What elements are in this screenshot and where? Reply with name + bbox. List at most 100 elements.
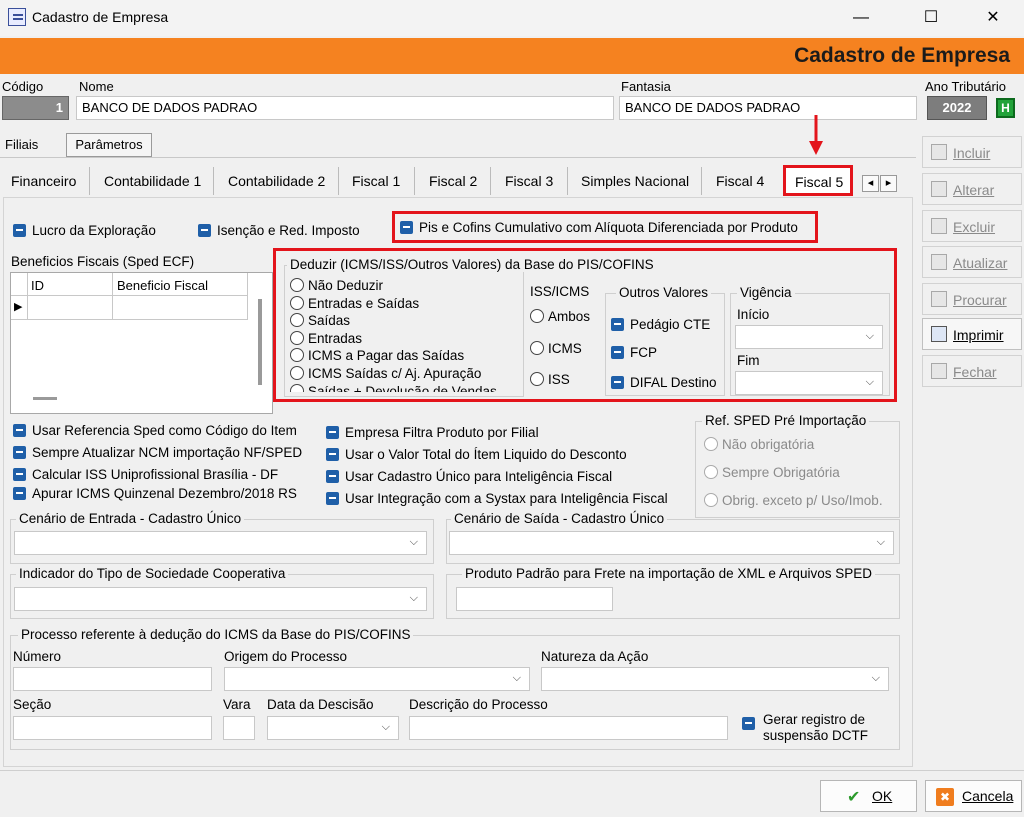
check-pedagio[interactable]: Pedágio CTE [611, 317, 710, 332]
numero-input[interactable] [13, 667, 212, 691]
tab-simples-nacional[interactable]: Simples Nacional [581, 171, 689, 193]
tab-contabilidade-2[interactable]: Contabilidade 2 [228, 171, 325, 193]
imprimir-button[interactable]: Imprimir [922, 318, 1022, 350]
option-label: Empresa Filtra Produto por Filial [345, 425, 539, 440]
check-lucro[interactable]: Lucro da Exploração [13, 223, 156, 238]
cenario-entrada-title: Cenário de Entrada - Cadastro Único [16, 511, 245, 526]
alterar-button[interactable]: Alterar [922, 173, 1022, 205]
beneficios-grid[interactable]: ID Beneficio Fiscal ▶ [10, 272, 273, 414]
ano-field[interactable]: 2022 [927, 96, 987, 120]
edit-icon [931, 181, 947, 197]
tab-prev-button[interactable]: ◂ [862, 175, 879, 192]
grid-scrollbar[interactable] [258, 299, 262, 385]
option-label: Sempre Atualizar NCM importação NF/SPED [32, 445, 303, 460]
check-atualizar-ncm[interactable]: Sempre Atualizar NCM importação NF/SPED [13, 442, 302, 464]
tab-filiais[interactable]: Filiais [5, 137, 38, 152]
chevron-down-icon: ⌵ [512, 672, 521, 684]
chevron-down-icon: ⌵ [871, 672, 880, 684]
radio-saidas[interactable]: Saídas [290, 312, 497, 330]
check-apurar-icms[interactable]: Apurar ICMS Quinzenal Dezembro/2018 RS [13, 483, 302, 505]
option-label: Pedágio CTE [630, 317, 711, 332]
procurar-button[interactable]: Procurar [922, 283, 1022, 315]
cenario-entrada-select[interactable]: ⌵ [14, 531, 427, 555]
option-label: ISS [548, 372, 570, 387]
radio-icms-pagar[interactable]: ICMS a Pagar das Saídas [290, 347, 497, 365]
chevron-down-icon: ⌵ [865, 330, 874, 342]
check-empresa-filtra[interactable]: Empresa Filtra Produto por Filial [326, 422, 668, 444]
cooperativa-select[interactable]: ⌵ [14, 587, 427, 611]
radio-nao-deduzir[interactable]: Não Deduzir [290, 277, 497, 295]
inicio-select[interactable]: ⌵ [735, 325, 883, 349]
frete-input[interactable] [456, 587, 613, 611]
data-select[interactable]: ⌵ [267, 716, 399, 740]
nome-field[interactable]: BANCO DE DADOS PADRAO [76, 96, 614, 120]
cancel-button[interactable]: ✖ Cancela [925, 780, 1022, 812]
left-checks: Usar Referencia Sped como Código do Item… [13, 420, 302, 505]
minimize-button[interactable]: — [838, 4, 884, 32]
tab-contabilidade-1[interactable]: Contabilidade 1 [104, 171, 201, 193]
radio-saidas-devolucao[interactable]: Saídas + Devolução de Vendas [290, 383, 497, 392]
radio-entradas-saidas[interactable]: Entradas e Saídas [290, 295, 497, 313]
chevron-down-icon: ⌵ [409, 592, 418, 604]
check-fcp[interactable]: FCP [611, 345, 657, 360]
checkbox-icon [13, 487, 26, 500]
tab-parametros[interactable]: Parâmetros [66, 133, 152, 157]
tab-next-button[interactable]: ▸ [880, 175, 897, 192]
origem-select[interactable]: ⌵ [224, 667, 530, 691]
iss-icms-title: ISS/ICMS [530, 284, 590, 299]
radio-icms[interactable]: ICMS [530, 341, 582, 356]
tab-fiscal-2[interactable]: Fiscal 2 [429, 171, 477, 193]
tab-fiscal-4[interactable]: Fiscal 4 [716, 171, 764, 193]
check-cadastro-unico[interactable]: Usar Cadastro Único para Inteligência Fi… [326, 466, 668, 488]
tab-fiscal-3[interactable]: Fiscal 3 [505, 171, 553, 193]
tab-fiscal-5[interactable]: Fiscal 5 [795, 172, 843, 194]
descricao-input[interactable] [409, 716, 728, 740]
radio-entradas[interactable]: Entradas [290, 330, 497, 348]
check-systax[interactable]: Usar Integração com a Systax para Inteli… [326, 488, 668, 510]
ano-label: Ano Tributário [925, 79, 1006, 94]
check-gerar-dctf[interactable]: Gerar registro de suspensão DCTF [742, 712, 868, 744]
incluir-button[interactable]: Incluir [922, 136, 1022, 168]
check-isencao[interactable]: Isenção e Red. Imposto [198, 223, 360, 238]
check-ref-sped[interactable]: Usar Referencia Sped como Código do Item [13, 420, 302, 442]
codigo-field[interactable]: 1 [2, 96, 69, 120]
ok-button[interactable]: ✔ OK [820, 780, 917, 812]
checkbox-icon [198, 224, 211, 237]
atualizar-button[interactable]: Atualizar [922, 246, 1022, 278]
check-pis-cofins[interactable]: Pis e Cofins Cumulativo com Alíquota Dif… [400, 220, 798, 235]
option-label: Usar Integração com a Systax para Inteli… [345, 491, 668, 506]
close-button[interactable]: ✕ [970, 4, 1016, 32]
gerar-label-1: Gerar registro de [763, 712, 866, 727]
radio-icms-saidas-aj[interactable]: ICMS Saídas c/ Aj. Apuração [290, 365, 497, 383]
tab-financeiro[interactable]: Financeiro [11, 171, 76, 193]
radio-sempre-obrigatoria[interactable]: Sempre Obrigatória [704, 465, 840, 480]
gerar-label-2: suspensão DCTF [763, 728, 869, 743]
red-arrow-icon [809, 115, 823, 155]
cenario-saida-title: Cenário de Saída - Cadastro Único [451, 511, 668, 526]
check-valor-total[interactable]: Usar o Valor Total do Ítem Liquido do De… [326, 444, 668, 466]
radio-ambos[interactable]: Ambos [530, 309, 590, 324]
radio-nao-obrigatoria[interactable]: Não obrigatória [704, 437, 814, 452]
secao-input[interactable] [13, 716, 212, 740]
fantasia-field[interactable]: BANCO DE DADOS PADRAO [619, 96, 917, 120]
fim-select[interactable]: ⌵ [735, 371, 883, 395]
maximize-button[interactable]: ☐ [908, 4, 954, 32]
refresh-icon [931, 254, 947, 270]
check-difal[interactable]: DIFAL Destino [611, 375, 717, 390]
cenario-saida-select[interactable]: ⌵ [449, 531, 894, 555]
natureza-select[interactable]: ⌵ [541, 667, 889, 691]
vara-input[interactable] [223, 716, 255, 740]
radio-obrig-exceto[interactable]: Obrig. exceto p/ Uso/Imob. [704, 493, 883, 508]
radio-icon [530, 309, 544, 323]
tab-fiscal-1[interactable]: Fiscal 1 [352, 171, 400, 193]
radio-iss[interactable]: ISS [530, 372, 570, 387]
grid-hscrollbar[interactable] [33, 397, 57, 400]
option-label: DIFAL Destino [630, 375, 717, 390]
option-label: Saídas + Devolução de Vendas [308, 383, 497, 392]
option-label: Não Deduzir [308, 278, 384, 293]
h-button[interactable]: H [996, 98, 1015, 118]
excluir-button[interactable]: Excluir [922, 210, 1022, 242]
col-beneficio: Beneficio Fiscal [117, 278, 209, 293]
fechar-button[interactable]: Fechar [922, 355, 1022, 387]
grid-divider [112, 273, 113, 319]
